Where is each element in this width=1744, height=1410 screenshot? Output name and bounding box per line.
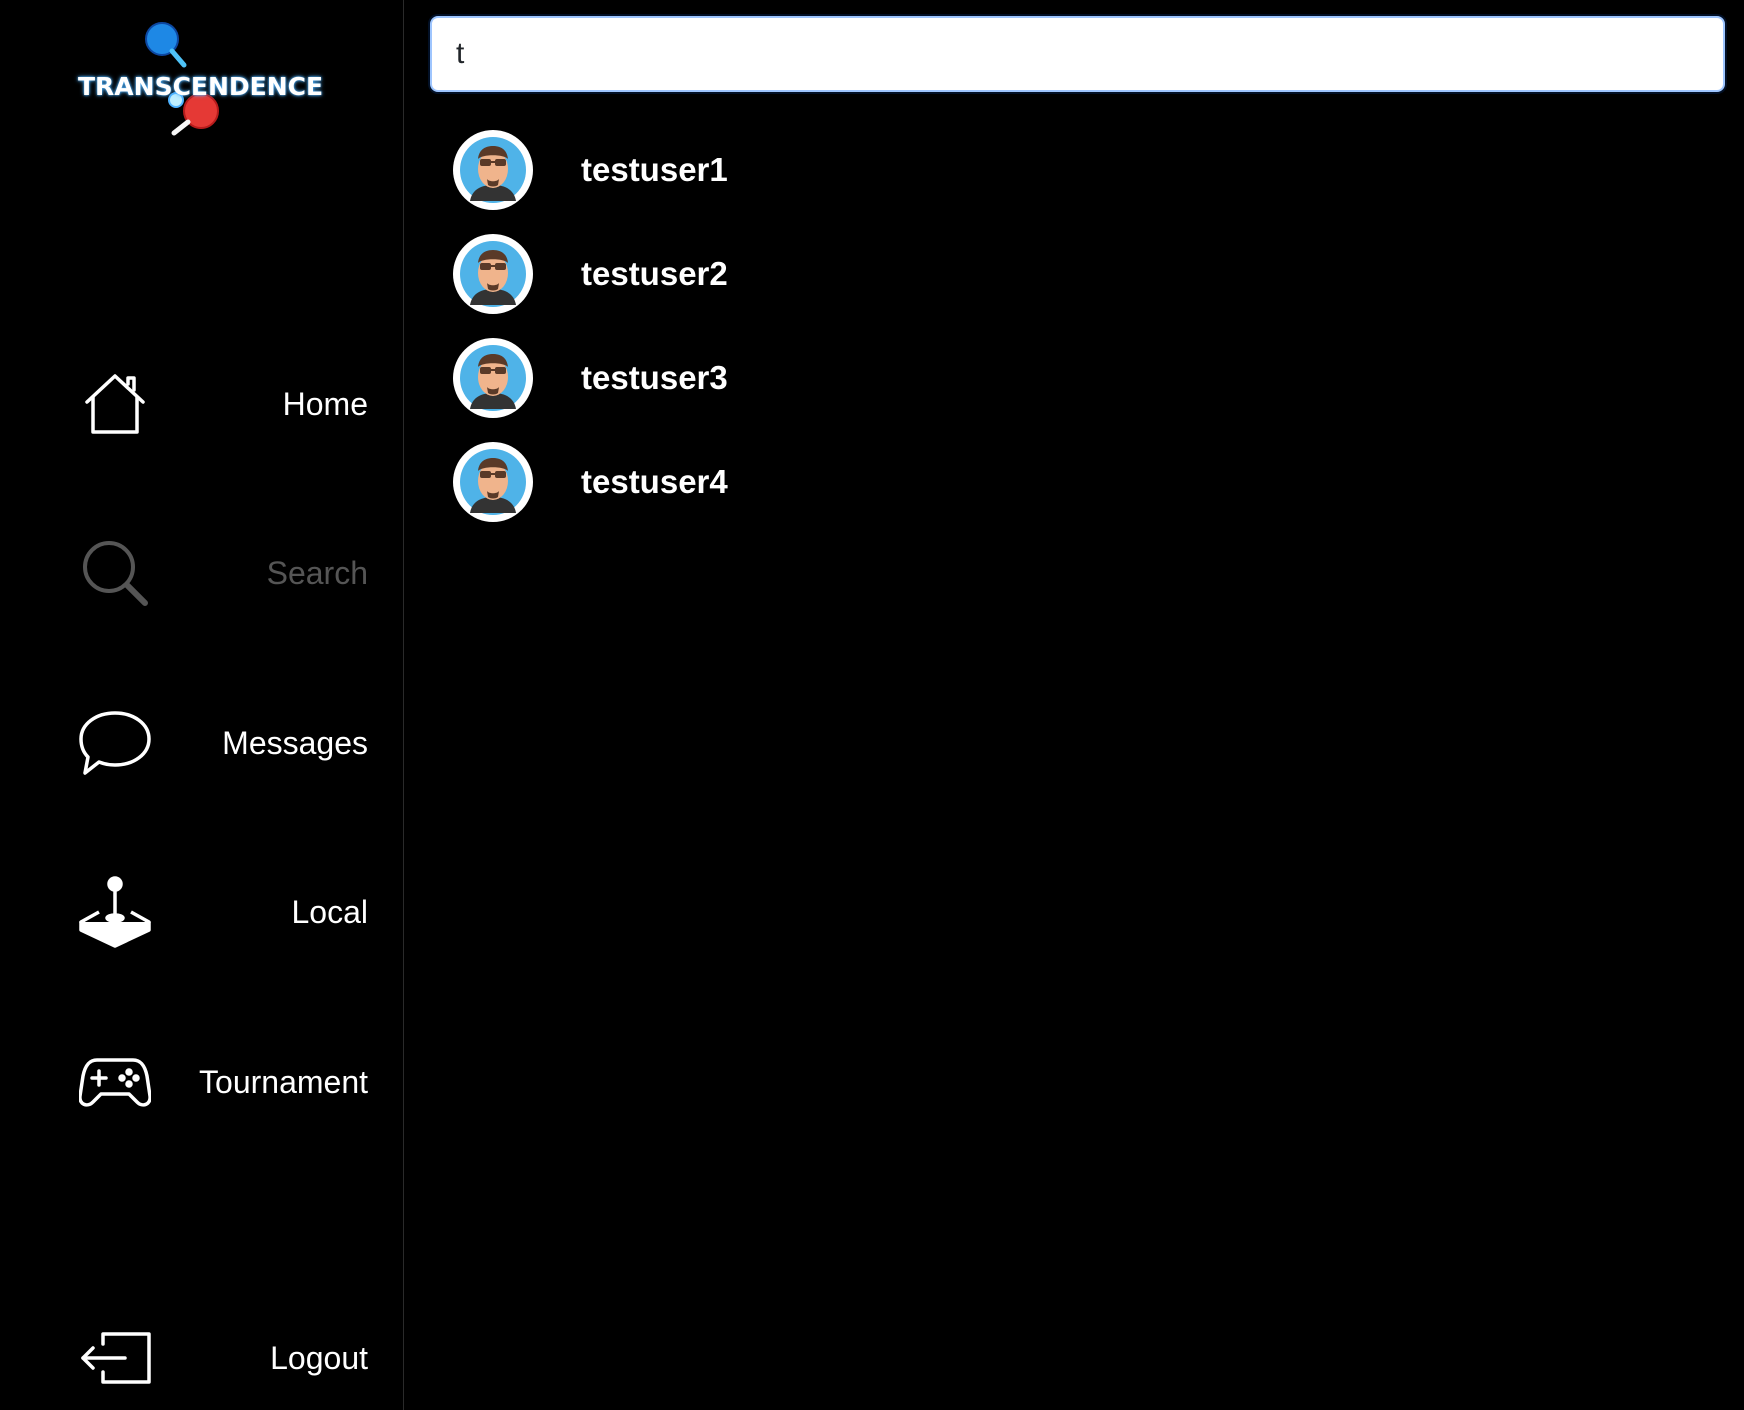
avatar bbox=[453, 442, 533, 522]
avatar bbox=[453, 338, 533, 418]
home-icon bbox=[78, 367, 152, 441]
main-content: testuser1 testuser2 bbox=[405, 0, 1744, 1410]
search-icon bbox=[78, 536, 152, 610]
list-item[interactable]: testuser3 bbox=[453, 326, 1353, 430]
sidebar-item-label: Home bbox=[282, 385, 368, 422]
sidebar: TRANSCENDENCE Home Search Messages Local… bbox=[0, 0, 404, 1410]
sidebar-item-label: Search bbox=[266, 554, 368, 591]
app-root: TRANSCENDENCE Home Search Messages Local… bbox=[0, 0, 1744, 1410]
list-item[interactable]: testuser2 bbox=[453, 222, 1353, 326]
gamepad-icon bbox=[78, 1045, 152, 1119]
sidebar-item-messages[interactable]: Messages bbox=[78, 703, 368, 783]
username: testuser2 bbox=[581, 255, 728, 292]
brand-name: TRANSCENDENCE bbox=[78, 72, 324, 101]
sidebar-item-label: Local bbox=[291, 893, 369, 930]
search-results-list: testuser1 testuser2 testuser3 testuser4 bbox=[453, 118, 1353, 534]
sidebar-item-home[interactable]: Home bbox=[78, 364, 368, 444]
avatar-icon bbox=[460, 449, 526, 515]
list-item[interactable]: testuser1 bbox=[453, 118, 1353, 222]
joystick-icon bbox=[78, 875, 152, 949]
sidebar-item-tournament[interactable]: Tournament bbox=[78, 1042, 368, 1122]
avatar bbox=[453, 234, 533, 314]
logout-icon bbox=[78, 1321, 152, 1395]
username: testuser4 bbox=[581, 463, 728, 500]
logout-label: Logout bbox=[270, 1339, 368, 1376]
logo[interactable]: TRANSCENDENCE bbox=[70, 18, 330, 156]
username: testuser3 bbox=[581, 359, 728, 396]
username: testuser1 bbox=[581, 151, 728, 188]
sidebar-item-search[interactable]: Search bbox=[78, 533, 368, 613]
list-item[interactable]: testuser4 bbox=[453, 430, 1353, 534]
logout-button[interactable]: Logout bbox=[78, 1318, 368, 1398]
avatar bbox=[453, 130, 533, 210]
avatar-icon bbox=[460, 241, 526, 307]
avatar-icon bbox=[460, 137, 526, 203]
search-input[interactable] bbox=[430, 16, 1725, 92]
message-icon bbox=[78, 706, 152, 780]
sidebar-item-label: Tournament bbox=[199, 1063, 368, 1100]
sidebar-item-local[interactable]: Local bbox=[78, 872, 368, 952]
avatar-icon bbox=[460, 345, 526, 411]
sidebar-item-label: Messages bbox=[222, 724, 368, 761]
